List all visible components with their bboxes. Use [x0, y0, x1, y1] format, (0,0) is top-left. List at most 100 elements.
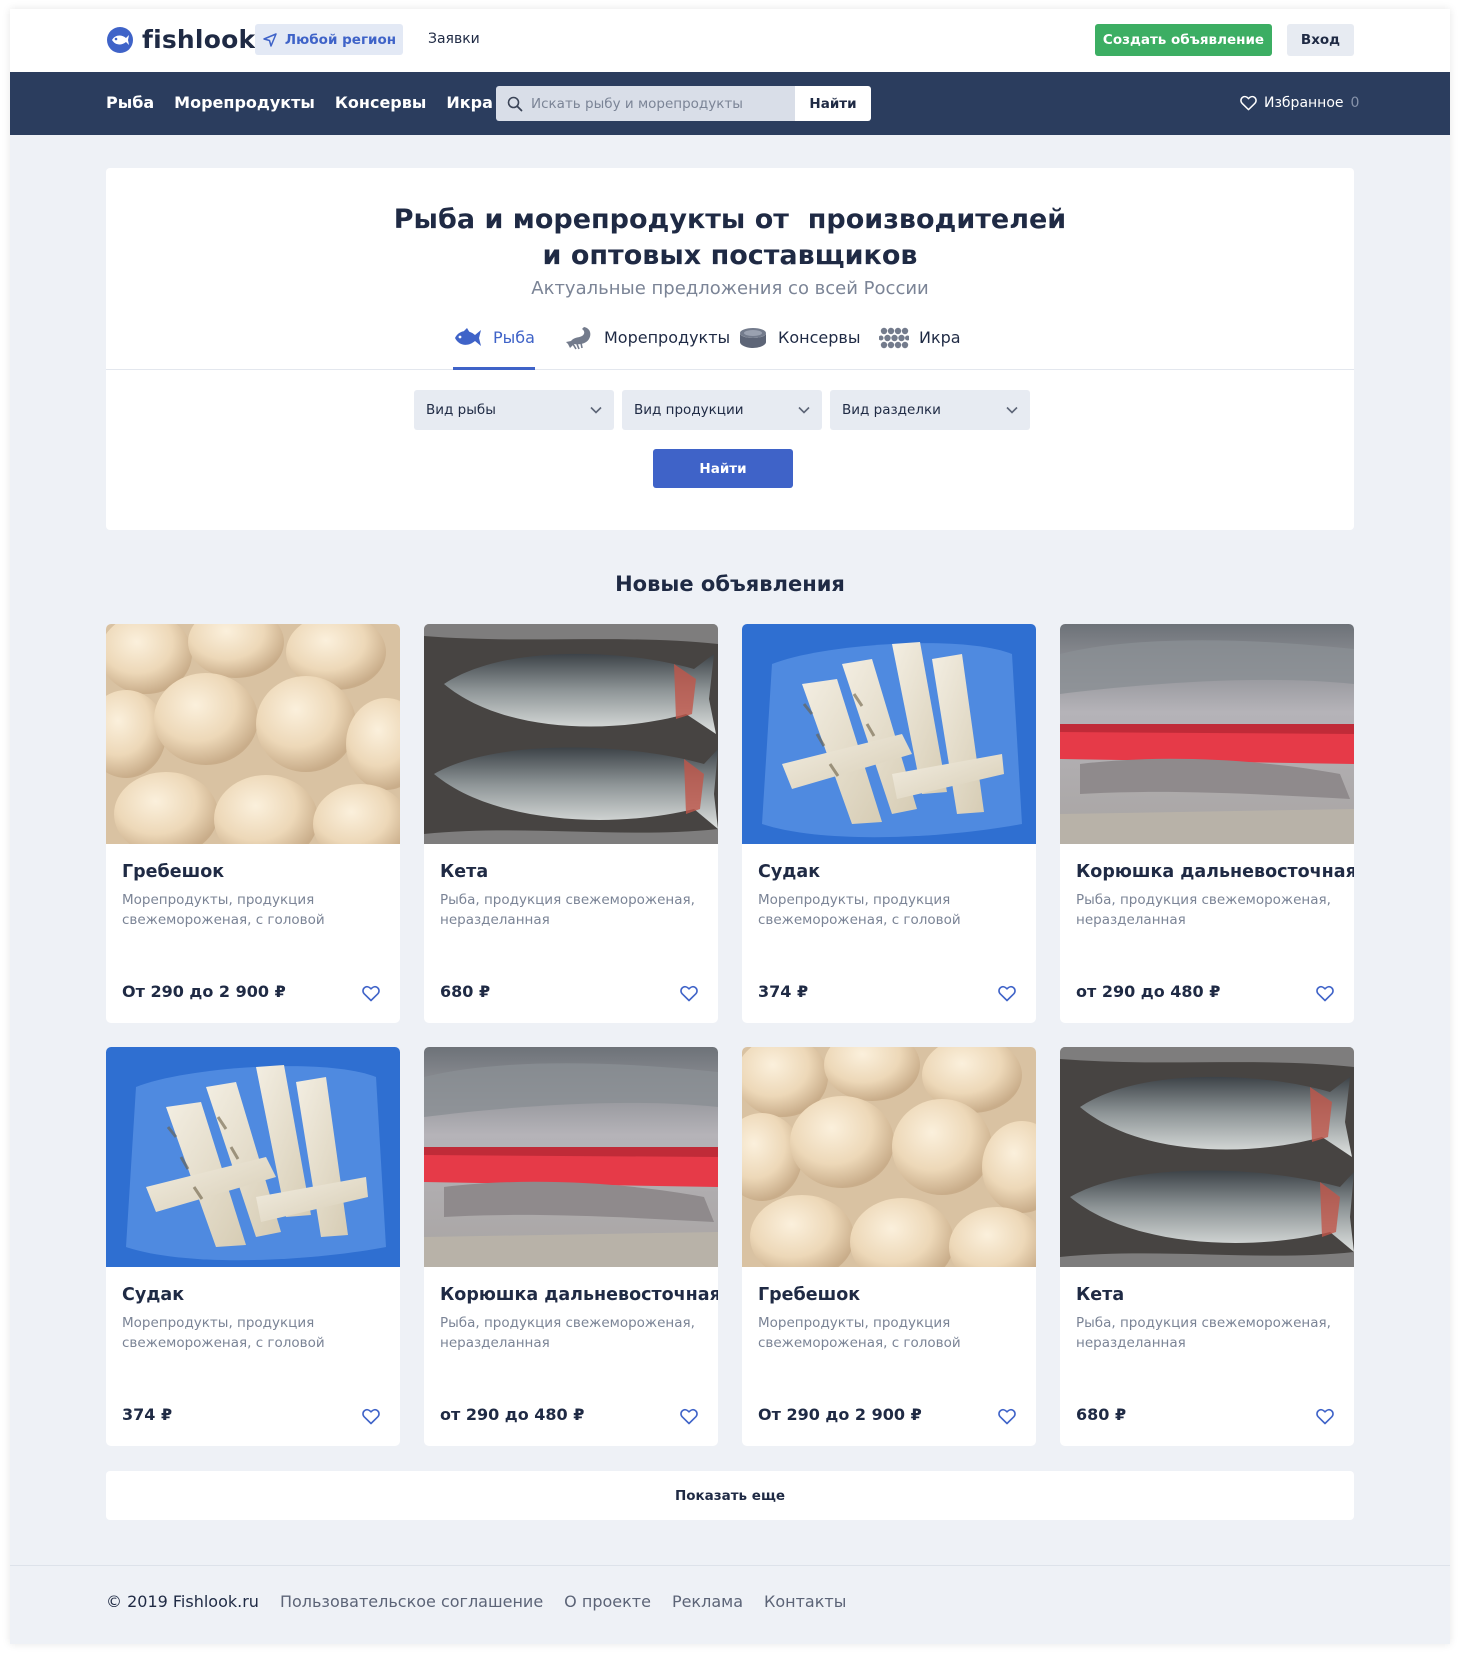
footer-link-agreement[interactable]: Пользовательское соглашение	[280, 1592, 543, 1611]
listing-card[interactable]: Гребешок Морепродукты, продукция свежемо…	[106, 624, 400, 1023]
favorite-heart-icon[interactable]	[998, 1408, 1016, 1425]
fish-logo-icon	[107, 26, 133, 53]
favorites-link[interactable]: Избранное 0	[1240, 95, 1359, 111]
chevron-down-icon	[590, 406, 602, 414]
nav-link-fish[interactable]: Рыба	[106, 93, 154, 112]
create-listing-button[interactable]: Создать объявление	[1095, 24, 1272, 56]
top-header: fishlook Любой регион Заявки Создать объ…	[10, 9, 1450, 72]
tab-fish[interactable]: Рыба	[453, 327, 535, 370]
footer-link-contacts[interactable]: Контакты	[764, 1592, 846, 1611]
footer-link-ads[interactable]: Реклама	[672, 1592, 743, 1611]
heart-icon	[1240, 95, 1257, 111]
listing-description: Рыба, продукция свежемороженая, нераздел…	[1076, 1315, 1331, 1351]
listing-photo[interactable]	[742, 1047, 1036, 1267]
listing-photo[interactable]	[424, 1047, 718, 1267]
favorite-heart-icon[interactable]	[998, 985, 1016, 1002]
listing-card[interactable]: Корюшка дальневосточная Рыба, продукция …	[424, 1047, 718, 1446]
listing-title[interactable]: Кета	[1076, 1285, 1124, 1305]
favorite-heart-icon[interactable]	[1316, 985, 1334, 1002]
listing-photo[interactable]	[1060, 624, 1354, 844]
product-type-select-value: Вид продукции	[634, 402, 744, 418]
login-button[interactable]: Вход	[1287, 24, 1354, 56]
category-tabs: Рыба Морепродукты Консервы Икра	[106, 323, 1354, 370]
region-button[interactable]: Любой регион	[255, 24, 403, 55]
footer: © 2019 Fishlook.ru Пользовательское согл…	[10, 1565, 1450, 1644]
listing-card[interactable]: Судак Морепродукты, продукция свежеморож…	[106, 1047, 400, 1446]
favorite-heart-icon[interactable]	[1316, 1408, 1334, 1425]
listing-price: 374 ₽	[758, 982, 809, 1001]
filter-row: Вид рыбы Вид продукции Вид разделки	[414, 390, 1030, 430]
tab-canned-label: Консервы	[778, 328, 861, 347]
listing-description: Рыба, продукция свежемороженая, нераздел…	[440, 892, 695, 928]
tab-seafood-label: Морепродукты	[604, 328, 731, 347]
listing-price: 680 ₽	[1076, 1405, 1127, 1424]
listing-price: 374 ₽	[122, 1405, 173, 1424]
tab-caviar-label: Икра	[919, 328, 961, 347]
nav-link-canned[interactable]: Консервы	[335, 93, 427, 112]
new-listings-title: Новые объявления	[615, 572, 845, 596]
listing-photo[interactable]	[742, 624, 1036, 844]
logo[interactable]: fishlook	[106, 25, 255, 54]
logo-text: fishlook	[142, 25, 256, 54]
nav-link-caviar[interactable]: Икра	[446, 93, 493, 112]
show-more-button[interactable]: Показать еще	[106, 1471, 1354, 1520]
tab-caviar[interactable]: Икра	[879, 327, 961, 369]
favorite-heart-icon[interactable]	[680, 1408, 698, 1425]
footer-link-about[interactable]: О проекте	[564, 1592, 651, 1611]
listing-description: Морепродукты, продукция свежемороженая, …	[758, 1315, 961, 1351]
listing-photo[interactable]	[106, 624, 400, 844]
listing-title[interactable]: Гребешок	[122, 862, 224, 882]
region-label: Любой регион	[284, 31, 397, 48]
favorites-count: 0	[1350, 95, 1360, 111]
hero-subtitle: Актуальные предложения со всей России	[531, 278, 929, 299]
product-type-select[interactable]: Вид продукции	[622, 390, 822, 430]
favorites-label: Избранное	[1264, 95, 1344, 111]
listing-title[interactable]: Судак	[122, 1285, 184, 1305]
listing-photo[interactable]	[1060, 1047, 1354, 1267]
listing-title[interactable]: Судак	[758, 862, 820, 882]
page-frame: fishlook Любой регион Заявки Создать объ…	[10, 9, 1450, 1644]
listing-card[interactable]: Кета Рыба, продукция свежемороженая, нер…	[424, 624, 718, 1023]
listing-card[interactable]: Гребешок Морепродукты, продукция свежемо…	[742, 1047, 1036, 1446]
listing-title[interactable]: Кета	[440, 862, 488, 882]
listing-description: Морепродукты, продукция свежемороженая, …	[122, 892, 325, 928]
listing-description: Рыба, продукция свежемороженая, нераздел…	[440, 1315, 695, 1351]
location-arrow-icon	[263, 32, 277, 47]
tab-seafood[interactable]: Морепродукты	[564, 327, 730, 369]
listing-description: Морепродукты, продукция свежемороженая, …	[758, 892, 961, 928]
requests-link[interactable]: Заявки	[428, 31, 480, 47]
listing-card[interactable]: Кета Рыба, продукция свежемороженая, нер…	[1060, 1047, 1354, 1446]
nav-link-seafood[interactable]: Морепродукты	[174, 93, 315, 112]
listing-price: 680 ₽	[440, 982, 491, 1001]
hero-title-line2: и оптовых поставщиков	[542, 240, 918, 271]
favorite-heart-icon[interactable]	[362, 985, 380, 1002]
hero-search-panel: Рыба и морепродукты от производителей и …	[106, 168, 1354, 530]
listing-photo[interactable]	[106, 1047, 400, 1267]
find-button[interactable]: Найти	[653, 449, 793, 488]
caviar-icon	[879, 327, 909, 349]
listing-title[interactable]: Корюшка дальневосточная	[440, 1285, 718, 1305]
listing-card[interactable]: Судак Морепродукты, продукция свежеморож…	[742, 624, 1036, 1023]
search-input[interactable]	[531, 95, 795, 112]
fish-type-select[interactable]: Вид рыбы	[414, 390, 614, 430]
listing-title[interactable]: Корюшка дальневосточная	[1076, 862, 1354, 882]
cut-type-select-value: Вид разделки	[842, 402, 941, 418]
listing-photo[interactable]	[424, 624, 718, 844]
listing-title[interactable]: Гребешок	[758, 1285, 860, 1305]
cut-type-select[interactable]: Вид разделки	[830, 390, 1030, 430]
can-icon	[740, 328, 766, 348]
listing-description: Морепродукты, продукция свежемороженая, …	[122, 1315, 325, 1351]
hero-title: Рыба и морепродукты от производителей и …	[106, 202, 1354, 274]
favorite-heart-icon[interactable]	[680, 985, 698, 1002]
chevron-down-icon	[1006, 406, 1018, 414]
listing-card[interactable]: Корюшка дальневосточная Рыба, продукция …	[1060, 624, 1354, 1023]
search-bar: Найти	[496, 86, 871, 121]
search-button[interactable]: Найти	[795, 86, 871, 121]
listing-price: от 290 до 480 ₽	[440, 1405, 585, 1424]
fish-icon	[455, 328, 481, 346]
tab-canned[interactable]: Консервы	[738, 327, 860, 369]
search-field	[496, 86, 795, 121]
favorite-heart-icon[interactable]	[362, 1408, 380, 1425]
shrimp-icon	[566, 327, 591, 350]
listing-price: от 290 до 480 ₽	[1076, 982, 1221, 1001]
